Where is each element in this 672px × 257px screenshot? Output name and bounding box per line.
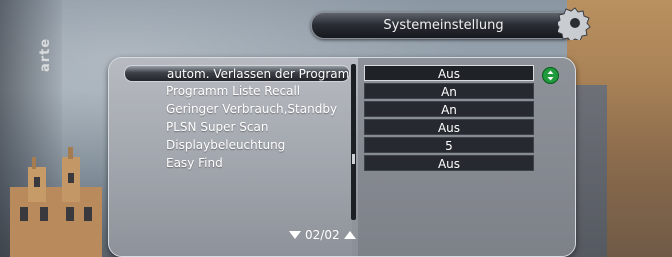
page-indicator: 02/02 xyxy=(305,228,340,242)
page-title-bar: Systemeinstellung xyxy=(311,12,576,39)
triangle-down-icon[interactable] xyxy=(289,231,301,239)
menu-item-label: Programm Liste Recall xyxy=(166,84,301,98)
value-program-list-recall[interactable]: An xyxy=(364,83,534,99)
value-easy-find[interactable]: Aus xyxy=(364,155,534,171)
gear-icon xyxy=(558,7,591,40)
value-auto-exit[interactable]: Aus xyxy=(364,65,534,81)
menu-item-easy-find[interactable]: Easy Find xyxy=(124,155,350,172)
building-tower xyxy=(10,147,102,257)
menu-item-label: Easy Find xyxy=(166,156,223,170)
value-display-backlight[interactable]: 5 xyxy=(364,137,534,153)
menu-item-auto-exit[interactable]: autom. Verlassen der Programm xyxy=(124,65,350,82)
menu-item-program-list-recall[interactable]: Programm Liste Recall xyxy=(124,83,350,100)
left-right-arrows-icon xyxy=(542,67,559,84)
menu-item-low-power-standby[interactable]: Geringer Verbrauch,Standby xyxy=(124,101,350,118)
value-low-power-standby[interactable]: An xyxy=(364,101,534,117)
pagination: 02/02 xyxy=(289,228,356,242)
menu-item-label: Displaybeleuchtung xyxy=(166,138,286,152)
menu-item-label: PLSN Super Scan xyxy=(166,120,269,134)
channel-logo: arte xyxy=(38,37,53,72)
menu-item-label: Geringer Verbrauch,Standby xyxy=(166,102,338,116)
scrollbar[interactable] xyxy=(351,64,356,220)
menu-item-display-backlight[interactable]: Displaybeleuchtung xyxy=(124,137,350,154)
scrollbar-thumb[interactable] xyxy=(352,154,355,164)
value-plsn-super-scan[interactable]: Aus xyxy=(364,119,534,135)
menu-item-label: autom. Verlassen der Programm xyxy=(167,67,350,81)
menu-item-plsn-super-scan[interactable]: PLSN Super Scan xyxy=(124,119,350,136)
triangle-up-icon[interactable] xyxy=(343,231,356,239)
settings-panel: autom. Verlassen der Programm Programm L… xyxy=(108,57,576,257)
page-title: Systemeinstellung xyxy=(383,18,504,33)
